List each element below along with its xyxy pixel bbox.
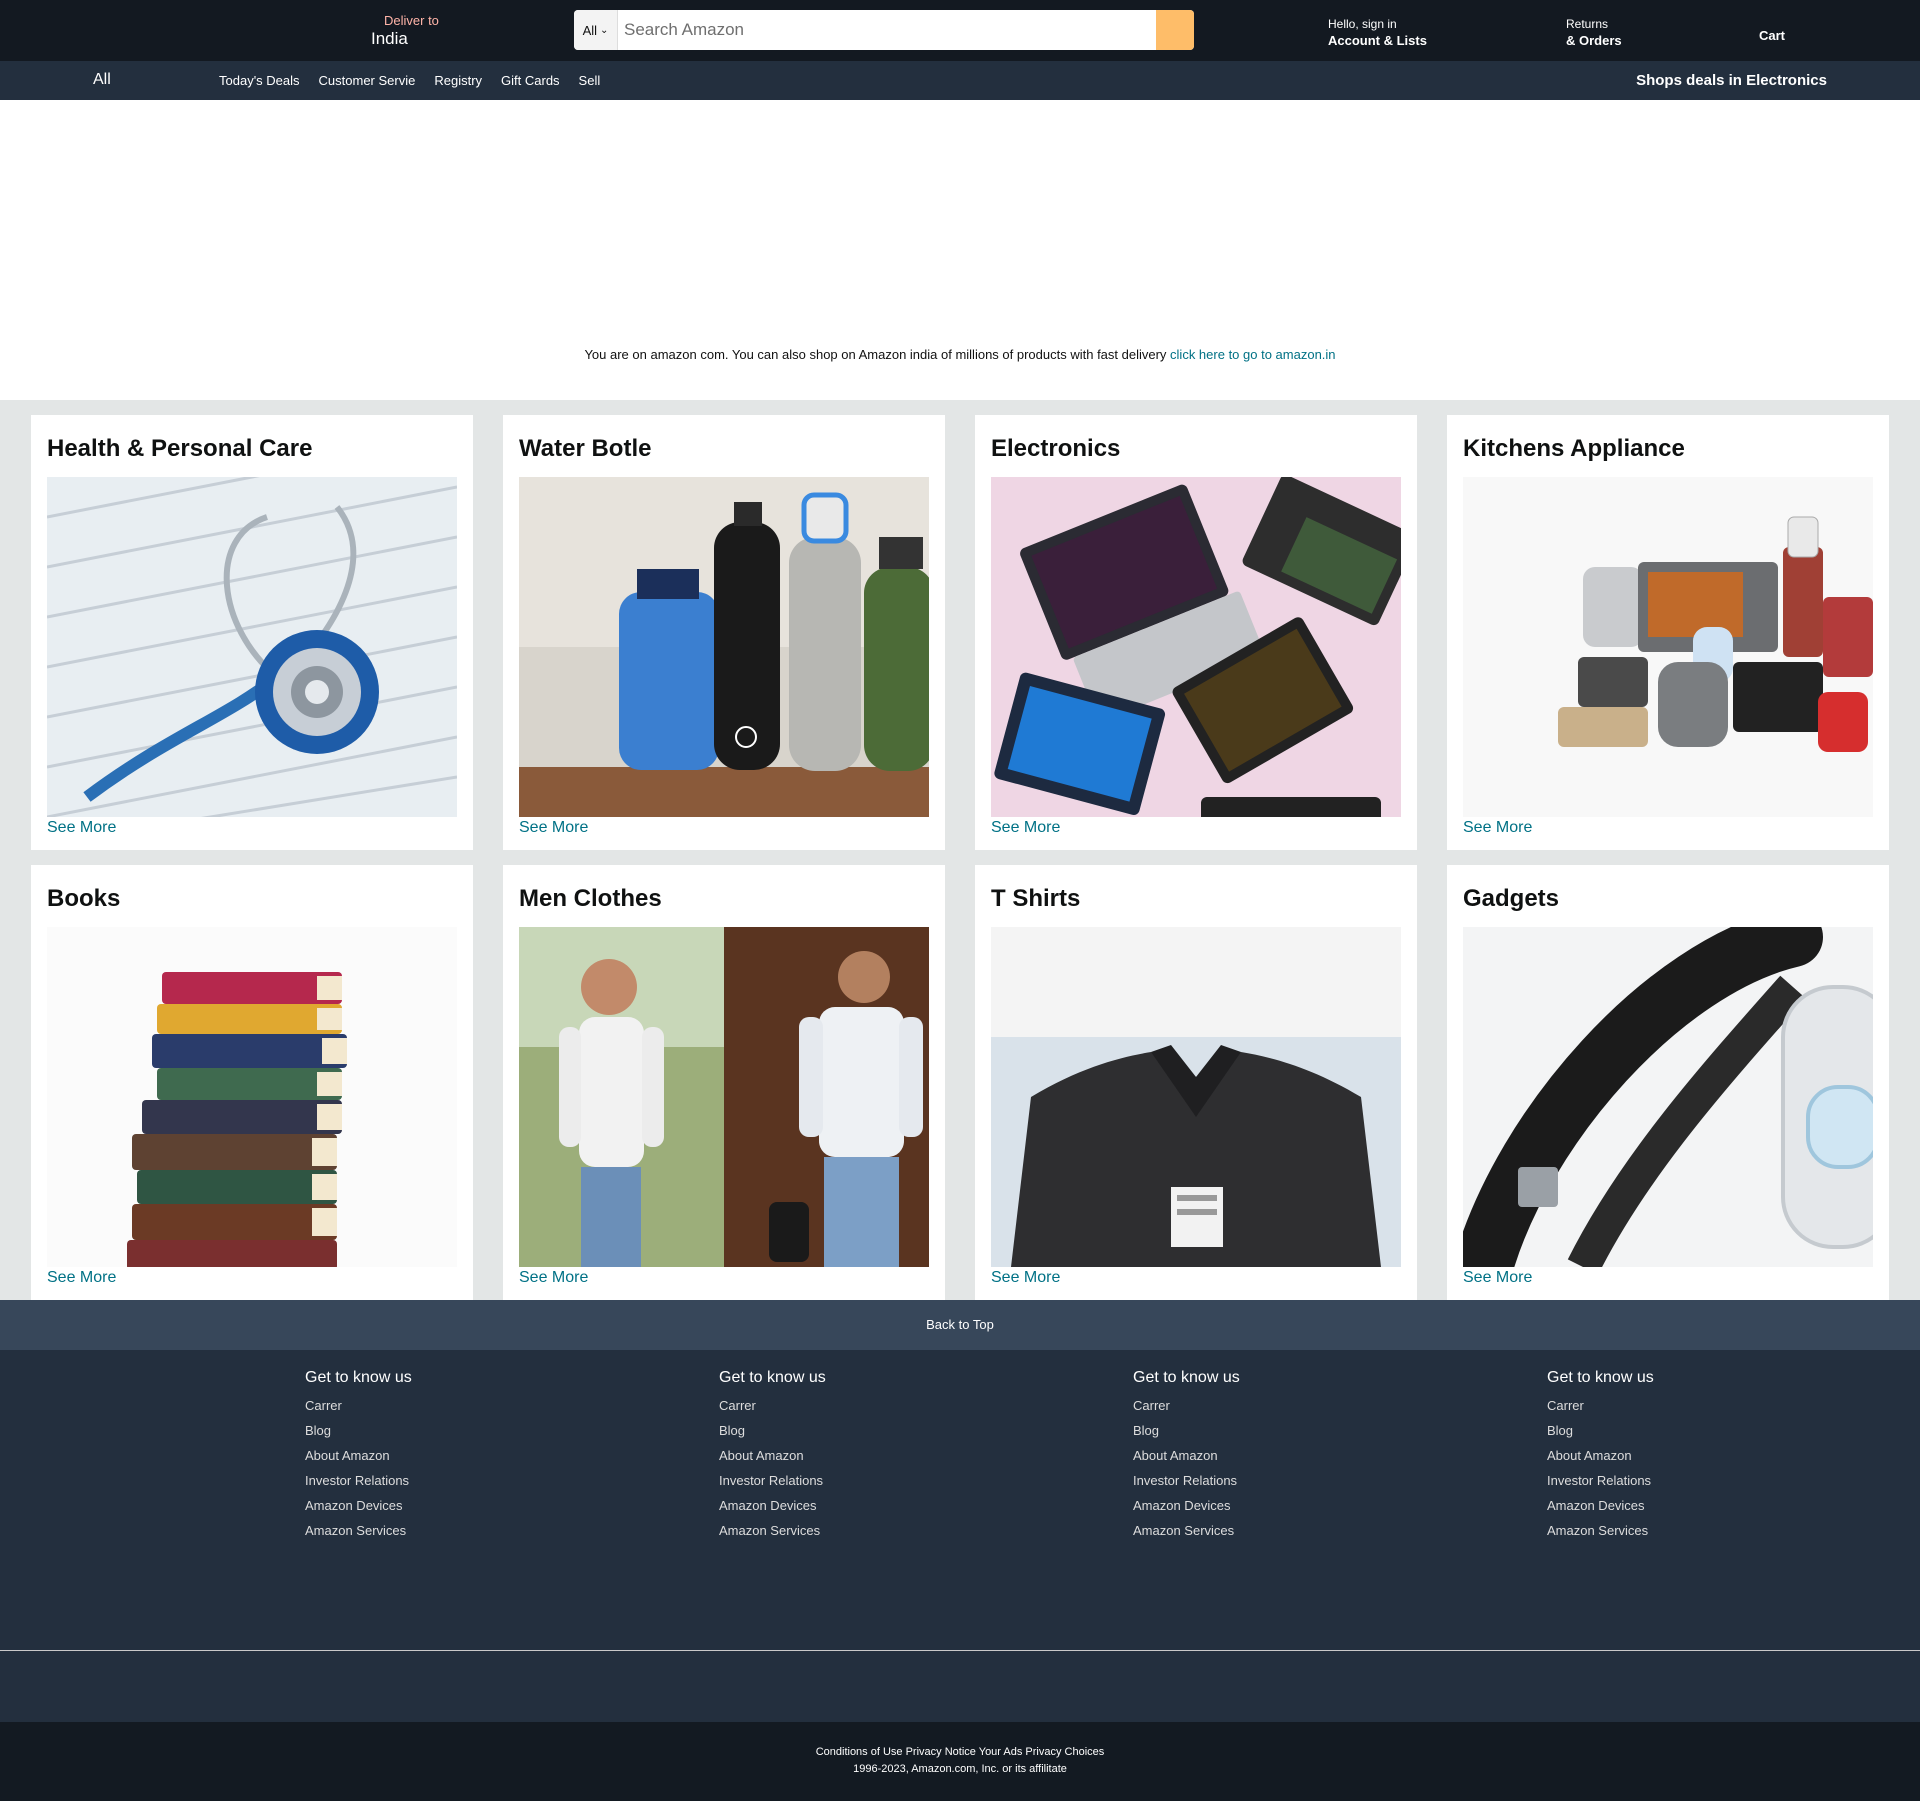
card-title: Electronics	[991, 435, 1121, 462]
deliver-location: India	[371, 29, 408, 48]
nav-customer-service[interactable]: Customer Servie	[319, 73, 416, 88]
banner-text: You are on amazon com. You can also shop…	[584, 347, 1171, 362]
card-title: Health & Personal Care	[47, 435, 313, 462]
see-more-link[interactable]: See More	[991, 1269, 1060, 1287]
footer-link-blog[interactable]: Blog	[1133, 1418, 1393, 1443]
nav-todays-deals[interactable]: Today's Deals	[219, 73, 300, 88]
all-menu-button[interactable]: All	[93, 71, 111, 89]
footer-link-amazon-services[interactable]: Amazon Services	[1547, 1518, 1807, 1543]
kitchen-appliances-image[interactable]	[1463, 477, 1873, 817]
footer-column: Get to know us Carrer Blog About Amazon …	[719, 1369, 979, 1543]
men-shirts-image[interactable]	[519, 927, 929, 1267]
account-greeting: Hello, sign in	[1328, 17, 1397, 31]
footer-link-carrer[interactable]: Carrer	[1133, 1393, 1393, 1418]
banner-message: You are on amazon com. You can also shop…	[0, 347, 1920, 362]
headphones-image[interactable]	[1463, 927, 1873, 1267]
see-more-link[interactable]: See More	[1463, 1269, 1532, 1287]
footer-link-amazon-services[interactable]: Amazon Services	[1133, 1518, 1393, 1543]
footer-link-carrer[interactable]: Carrer	[719, 1393, 979, 1418]
account-menu[interactable]: Hello, sign in Account & Lists	[1328, 17, 1427, 49]
water-bottles-image[interactable]	[519, 477, 929, 817]
category-card-electronics: Electronics See More	[975, 415, 1417, 850]
category-card-t-shirts: T Shirts See More	[975, 865, 1417, 1300]
footer-divider	[0, 1650, 1920, 1651]
footer-column: Get to know us Carrer Blog About Amazon …	[305, 1369, 565, 1543]
category-card-kitchen: Kitchens Appliance See More	[1447, 415, 1889, 850]
orders-label: & Orders	[1566, 32, 1622, 48]
footer-link-about[interactable]: About Amazon	[1133, 1443, 1393, 1468]
footer-link-amazon-services[interactable]: Amazon Services	[305, 1518, 565, 1543]
see-more-link[interactable]: See More	[47, 1269, 116, 1287]
chevron-down-icon: ⌄	[600, 24, 609, 36]
footer-heading: Get to know us	[1133, 1369, 1240, 1386]
category-card-men-clothes: Men Clothes See More	[503, 865, 945, 1300]
hero-banner: You are on amazon com. You can also shop…	[0, 100, 1920, 400]
footer-heading: Get to know us	[305, 1369, 412, 1386]
see-more-link[interactable]: See More	[1463, 819, 1532, 837]
footer-link-amazon-devices[interactable]: Amazon Devices	[719, 1493, 979, 1518]
search-category-value: All	[582, 22, 598, 38]
card-title: T Shirts	[991, 885, 1081, 912]
nav-sell[interactable]: Sell	[579, 73, 601, 88]
copyright-text: 1996-2023, Amazon.com, Inc. or its affil…	[853, 1763, 1067, 1775]
footer-link-blog[interactable]: Blog	[305, 1418, 565, 1443]
footer-link-about[interactable]: About Amazon	[305, 1443, 565, 1468]
search-input[interactable]	[618, 10, 1156, 50]
legal-links[interactable]: Conditions of Use Privacy Notice Your Ad…	[0, 1746, 1920, 1758]
footer-link-blog[interactable]: Blog	[1547, 1418, 1807, 1443]
book-stack-image[interactable]	[47, 927, 457, 1267]
footer-column: Get to know us Carrer Blog About Amazon …	[1547, 1369, 1807, 1543]
see-more-link[interactable]: See More	[519, 819, 588, 837]
footer-link-about[interactable]: About Amazon	[719, 1443, 979, 1468]
category-card-health: Health & Personal Care See More	[31, 415, 473, 850]
see-more-link[interactable]: See More	[47, 819, 116, 837]
account-label: Account & Lists	[1328, 32, 1427, 48]
footer-column: Get to know us Carrer Blog About Amazon …	[1133, 1369, 1393, 1543]
footer-link-carrer[interactable]: Carrer	[305, 1393, 565, 1418]
back-to-top-button[interactable]: Back to Top	[0, 1300, 1920, 1350]
returns-orders[interactable]: Returns & Orders	[1566, 17, 1622, 49]
footer-link-carrer[interactable]: Carrer	[1547, 1393, 1807, 1418]
footer-link-investor-relations[interactable]: Investor Relations	[719, 1468, 979, 1493]
see-more-link[interactable]: See More	[519, 1269, 588, 1287]
legal-bar: Conditions of Use Privacy Notice Your Ad…	[0, 1722, 1920, 1801]
sub-navigation: All Today's Deals Customer Servie Regist…	[0, 61, 1920, 100]
electronics-promo[interactable]: Shops deals in Electronics	[1636, 72, 1827, 89]
top-header: Deliver to India All ⌄ Hello, sign in Ac…	[0, 0, 1920, 61]
footer-heading: Get to know us	[1547, 1369, 1654, 1386]
category-card-books: Books See More	[31, 865, 473, 1300]
laptops-image[interactable]	[991, 477, 1401, 817]
nav-registry[interactable]: Registry	[434, 73, 482, 88]
search-category-select[interactable]: All ⌄	[574, 10, 618, 50]
category-card-water-bottle: Water Botle See More	[503, 415, 945, 850]
subnav-links: Today's Deals Customer Servie Registry G…	[219, 73, 600, 88]
stethoscope-image[interactable]	[47, 477, 457, 817]
category-card-gadgets: Gadgets See More	[1447, 865, 1889, 1300]
amazon-in-link[interactable]: click here to go to amazon.in	[1170, 347, 1335, 362]
deliver-label: Deliver to	[384, 13, 439, 28]
card-title: Water Botle	[519, 435, 652, 462]
search-button[interactable]	[1156, 10, 1194, 50]
footer-link-amazon-services[interactable]: Amazon Services	[719, 1518, 979, 1543]
footer-link-investor-relations[interactable]: Investor Relations	[305, 1468, 565, 1493]
footer-link-amazon-devices[interactable]: Amazon Devices	[1133, 1493, 1393, 1518]
footer-link-about[interactable]: About Amazon	[1547, 1443, 1807, 1468]
returns-label: Returns	[1566, 17, 1609, 31]
see-more-link[interactable]: See More	[991, 819, 1060, 837]
footer-link-investor-relations[interactable]: Investor Relations	[1133, 1468, 1393, 1493]
footer-link-amazon-devices[interactable]: Amazon Devices	[305, 1493, 565, 1518]
footer-link-amazon-devices[interactable]: Amazon Devices	[1547, 1493, 1807, 1518]
footer-heading: Get to know us	[719, 1369, 826, 1386]
nav-gift-cards[interactable]: Gift Cards	[501, 73, 560, 88]
card-title: Kitchens Appliance	[1463, 435, 1685, 462]
card-title: Men Clothes	[519, 885, 662, 912]
card-title: Books	[47, 885, 121, 912]
footer-link-investor-relations[interactable]: Investor Relations	[1547, 1468, 1807, 1493]
footer: Get to know us Carrer Blog About Amazon …	[0, 1350, 1920, 1722]
card-title: Gadgets	[1463, 885, 1560, 912]
footer-link-blog[interactable]: Blog	[719, 1418, 979, 1443]
search-bar: All ⌄	[574, 10, 1194, 50]
polo-shirt-image[interactable]	[991, 927, 1401, 1267]
cart-link[interactable]: Cart	[1759, 28, 1785, 43]
